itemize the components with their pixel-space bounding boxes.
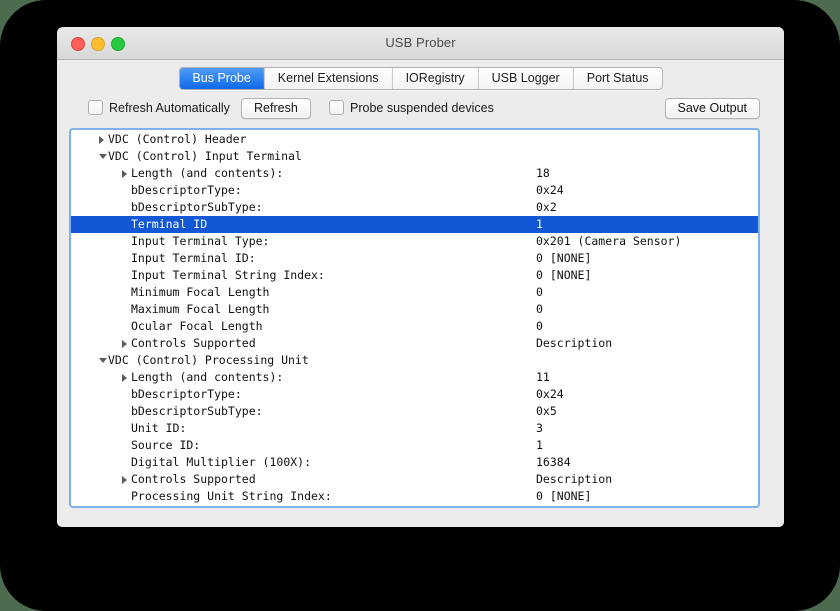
tree-row-label: bDescriptorType:: [131, 387, 242, 401]
tree-row-value: 0: [536, 285, 543, 299]
tree-row-label: Digital Multiplier (100X):: [131, 455, 312, 469]
tree-row-value: 0x201 (Camera Sensor): [536, 234, 682, 248]
tree-row-label: Unit ID:: [131, 421, 187, 435]
tab-kernel-extensions[interactable]: Kernel Extensions: [264, 68, 393, 89]
tree-row-value: 3: [536, 421, 543, 435]
tree-row[interactable]: Input Terminal ID: 0 [NONE]: [71, 250, 758, 267]
probe-suspended-devices-checkbox[interactable]: Probe suspended devices: [329, 100, 494, 115]
tree-row-label: Ocular Focal Length: [131, 319, 263, 333]
checkbox-icon[interactable]: [88, 100, 103, 115]
tab-bus-probe[interactable]: Bus Probe: [179, 68, 265, 89]
tree-row[interactable]: Ocular Focal Length 0: [71, 318, 758, 335]
tree-row-value: 0x24: [536, 387, 564, 401]
tree-row[interactable]: Digital Multiplier (100X): 16384: [71, 454, 758, 471]
chevron-down-icon[interactable]: [99, 358, 107, 363]
usb-prober-window: USB Prober Bus Probe Kernel Extensions I…: [57, 27, 784, 527]
tree-row[interactable]: Processing Unit String Index: 0 [NONE]: [71, 488, 758, 505]
tree-row[interactable]: Input Terminal Type: 0x201 (Camera Sensor…: [71, 233, 758, 250]
tree-row[interactable]: Maximum Focal Length 0: [71, 301, 758, 318]
tree-row[interactable]: bDescriptorSubType: 0x5: [71, 403, 758, 420]
tree-row-label: Input Terminal Type:: [131, 234, 270, 248]
tree-row-label: Maximum Focal Length: [131, 302, 270, 316]
tree-row-label: bDescriptorType:: [131, 183, 242, 197]
chevron-right-icon[interactable]: [99, 136, 104, 144]
tree-row[interactable]: Source ID: 1: [71, 437, 758, 454]
tree-row[interactable]: VDC (Control) Processing Unit: [71, 352, 758, 369]
refresh-automatically-label: Refresh Automatically: [109, 100, 230, 115]
tree-row-label: VDC (Control) Processing Unit: [108, 353, 309, 367]
tree-row-label: Controls Supported: [131, 336, 256, 350]
window-title: USB Prober: [385, 35, 456, 50]
tree-row-value: 0 [NONE]: [536, 489, 592, 503]
descriptor-tree: VDC (Control) Header VDC (Control) Input …: [71, 130, 758, 505]
tree-row[interactable]: Length (and contents): 18: [71, 165, 758, 182]
tree-row[interactable]: bDescriptorSubType: 0x2: [71, 199, 758, 216]
tree-row-value: 0x24: [536, 183, 564, 197]
tree-row-value: 11: [536, 370, 550, 384]
chevron-right-icon[interactable]: [122, 374, 127, 382]
tree-row[interactable]: VDC (Control) Input Terminal: [71, 148, 758, 165]
tree-row-value: 1: [536, 217, 543, 231]
tree-row-label: Source ID:: [131, 438, 201, 452]
tree-row-label: Controls Supported: [131, 472, 256, 486]
tree-row[interactable]: Input Terminal String Index: 0 [NONE]: [71, 267, 758, 284]
window-titlebar[interactable]: USB Prober: [57, 27, 784, 60]
checkbox-icon[interactable]: [329, 100, 344, 115]
tree-row-value: 0 [NONE]: [536, 268, 592, 282]
chevron-right-icon[interactable]: [122, 170, 127, 178]
tree-row-label: Input Terminal String Index:: [131, 268, 325, 282]
probe-suspended-devices-label: Probe suspended devices: [350, 100, 494, 115]
save-output-button[interactable]: Save Output: [664, 98, 760, 119]
tree-row-value: Description: [536, 336, 613, 350]
chevron-right-icon[interactable]: [122, 476, 127, 484]
tree-row-label: bDescriptorSubType:: [131, 404, 263, 418]
tree-row-value: 1: [536, 438, 543, 452]
tree-row-value: 18: [536, 166, 550, 180]
descriptor-tree-scroll-area[interactable]: VDC (Control) Header VDC (Control) Input …: [69, 128, 760, 508]
tree-row-value: 0: [536, 319, 543, 333]
tree-row[interactable]: Terminal ID 1: [71, 216, 758, 233]
tree-row-label: VDC (Control) Input Terminal: [108, 149, 302, 163]
tree-row-value: 0: [536, 302, 543, 316]
tree-row-label: Length (and contents):: [131, 370, 284, 384]
tree-row-label: VDC (Control) Header: [108, 132, 247, 146]
tree-row[interactable]: bDescriptorType: 0x24: [71, 386, 758, 403]
tree-row-label: bDescriptorSubType:: [131, 200, 263, 214]
tab-group: Bus Probe Kernel Extensions IORegistry U…: [178, 67, 663, 90]
tree-row-value: Description: [536, 472, 613, 486]
tree-row-label: Length (and contents):: [131, 166, 284, 180]
tree-row-label: Minimum Focal Length: [131, 285, 270, 299]
tab-usb-logger[interactable]: USB Logger: [478, 68, 574, 89]
tree-row[interactable]: VDC (Control) Header: [71, 131, 758, 148]
tree-row-label: Terminal ID: [131, 217, 208, 231]
tab-bar: Bus Probe Kernel Extensions IORegistry U…: [57, 60, 784, 94]
options-toolbar: Refresh Automatically Refresh Probe susp…: [57, 94, 784, 125]
tree-row-value: 0 [NONE]: [536, 251, 592, 265]
chevron-down-icon[interactable]: [99, 154, 107, 159]
tab-port-status[interactable]: Port Status: [573, 68, 662, 89]
tree-row[interactable]: Minimum Focal Length 0: [71, 284, 758, 301]
tab-ioregistry[interactable]: IORegistry: [392, 68, 479, 89]
tree-row-label: Processing Unit String Index:: [131, 489, 332, 503]
chevron-right-icon[interactable]: [122, 340, 127, 348]
tree-row[interactable]: Unit ID: 3: [71, 420, 758, 437]
tree-row[interactable]: Controls Supported Description: [71, 471, 758, 488]
refresh-automatically-checkbox[interactable]: Refresh Automatically: [88, 100, 230, 115]
tree-row[interactable]: Length (and contents): 11: [71, 369, 758, 386]
tree-row-value: 16384: [536, 455, 571, 469]
tree-row[interactable]: bDescriptorType: 0x24: [71, 182, 758, 199]
tree-row-value: 0x5: [536, 404, 557, 418]
tree-row[interactable]: Controls Supported Description: [71, 335, 758, 352]
tree-row-value: 0x2: [536, 200, 557, 214]
tree-row-label: Input Terminal ID:: [131, 251, 256, 265]
refresh-button[interactable]: Refresh: [241, 98, 311, 119]
